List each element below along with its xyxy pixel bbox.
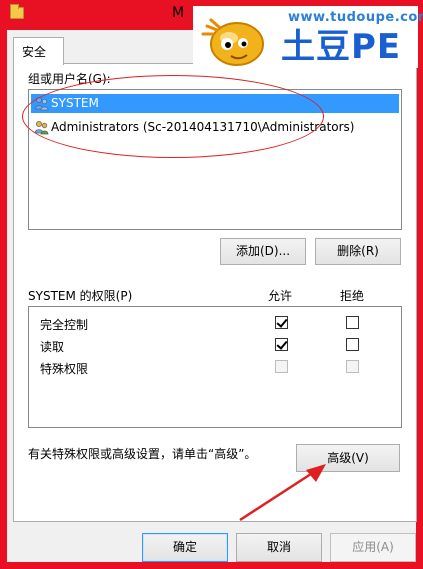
- ok-button[interactable]: 确定: [142, 533, 228, 562]
- perm-special-label: 特殊权限: [40, 362, 89, 376]
- user-name: SYSTEM: [51, 96, 99, 110]
- user-name: Administrators (Sc-201404131710\Administ…: [51, 120, 355, 134]
- list-item-administrators[interactable]: Administrators (Sc-201404131710\Administ…: [31, 118, 399, 137]
- allow-read-checkbox[interactable]: [275, 338, 288, 351]
- window-title: M: [172, 5, 185, 21]
- permissions-list: 完全控制 读取 特殊权限: [28, 306, 402, 428]
- apply-button[interactable]: 应用(A): [330, 533, 416, 562]
- perm-read-label: 读取: [40, 340, 65, 354]
- potato-mascot-icon: [201, 18, 264, 66]
- permissions-label: SYSTEM 的权限(P): [28, 289, 133, 303]
- watermark-brand: 土豆PE: [281, 27, 402, 67]
- folder-icon: [10, 4, 24, 19]
- perm-full-control-label: 完全控制: [40, 318, 89, 332]
- deny-full-control-checkbox[interactable]: [346, 316, 359, 329]
- list-item-system[interactable]: SYSTEM: [31, 94, 399, 113]
- remove-button[interactable]: 删除(R): [315, 238, 401, 265]
- allow-special-checkbox: [275, 360, 288, 373]
- user-group-icon: [34, 97, 49, 111]
- users-list[interactable]: SYSTEM Administrators (Sc-201404131710\A…: [28, 89, 402, 230]
- advanced-button[interactable]: 高级(V): [296, 444, 400, 472]
- watermark-url: www.tudoupe.com: [288, 10, 423, 25]
- add-button[interactable]: 添加(D)...: [220, 238, 306, 265]
- allow-header: 允许: [268, 289, 293, 303]
- advanced-note: 有关特殊权限或高级设置，请单击“高级”。: [28, 447, 257, 461]
- deny-read-checkbox[interactable]: [346, 338, 359, 351]
- allow-full-control-checkbox[interactable]: [275, 316, 288, 329]
- deny-special-checkbox: [346, 360, 359, 373]
- user-group-icon: [34, 121, 49, 135]
- tab-security[interactable]: 安全: [13, 37, 64, 65]
- cancel-button[interactable]: 取消: [236, 533, 322, 562]
- deny-header: 拒绝: [340, 289, 365, 303]
- users-group-label: 组或用户名(G):: [28, 72, 111, 86]
- watermark-logo: www.tudoupe.com 土豆PE: [193, 6, 423, 68]
